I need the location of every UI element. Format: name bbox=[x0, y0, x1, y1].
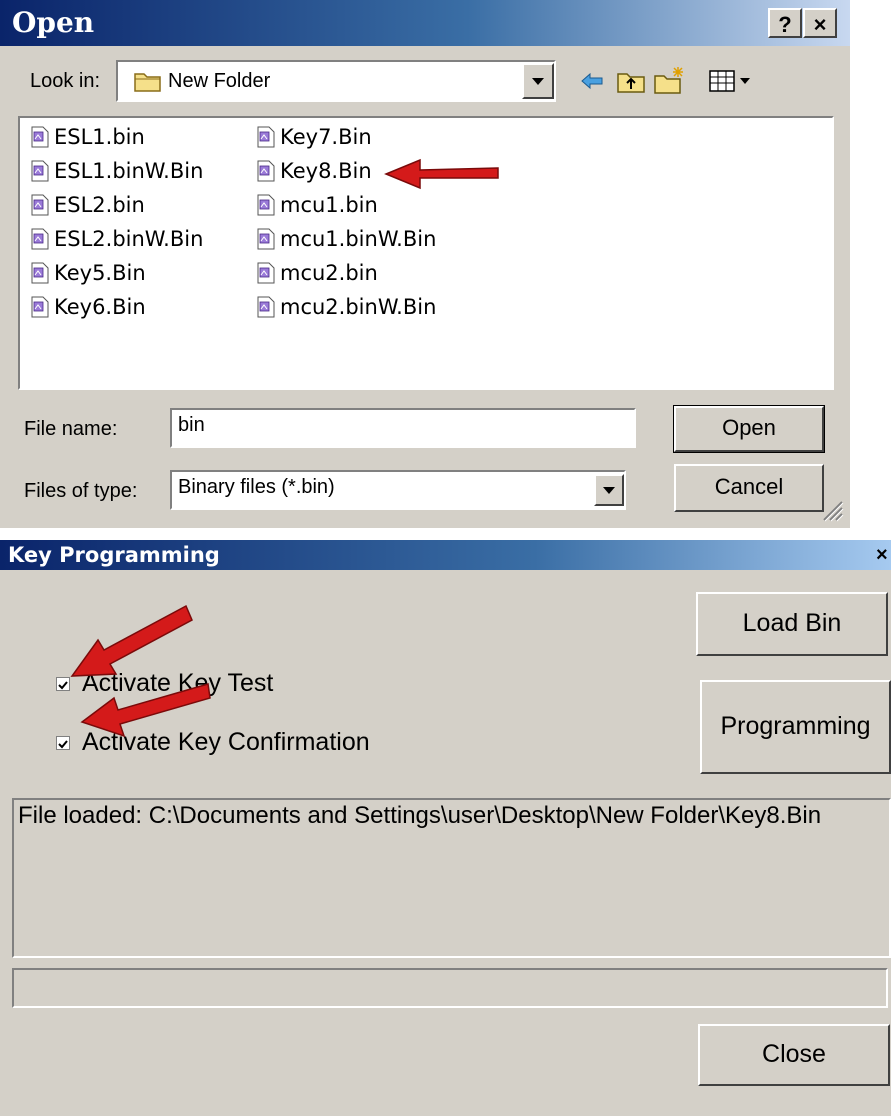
file-list-item[interactable]: ESL1.binW.Bin bbox=[30, 156, 203, 186]
file-list-item[interactable]: ESL2.binW.Bin bbox=[30, 224, 203, 254]
file-name: Key8.Bin bbox=[280, 159, 372, 183]
key-programming-titlebar[interactable]: Key Programming bbox=[0, 540, 891, 570]
file-list-item[interactable]: mcu1.bin bbox=[256, 190, 378, 220]
open-button[interactable]: Open bbox=[673, 405, 825, 453]
file-name: ESL1.binW.Bin bbox=[54, 159, 204, 183]
binary-file-icon bbox=[257, 194, 275, 216]
cancel-button[interactable]: Cancel bbox=[674, 464, 824, 512]
binary-file-icon bbox=[257, 262, 275, 284]
file-name: ESL2.binW.Bin bbox=[54, 227, 204, 251]
open-dialog-titlebar[interactable]: Open ? × bbox=[0, 0, 850, 46]
binary-file-icon bbox=[31, 262, 49, 284]
binary-file-icon bbox=[31, 126, 49, 148]
binary-file-icon bbox=[257, 228, 275, 250]
files-of-type-dropdown-button[interactable] bbox=[594, 474, 624, 506]
folder-icon bbox=[134, 73, 161, 92]
progress-bar bbox=[12, 968, 888, 1008]
view-menu-icon[interactable] bbox=[706, 64, 756, 98]
file-name-input[interactable]: bin bbox=[170, 408, 636, 448]
binary-file-icon bbox=[257, 126, 275, 148]
file-list-item[interactable]: Key8.Bin bbox=[256, 156, 372, 186]
file-name: mcu1.binW.Bin bbox=[280, 227, 437, 251]
look-in-combo[interactable]: New Folder bbox=[116, 60, 556, 102]
binary-file-icon bbox=[257, 296, 275, 318]
binary-file-icon bbox=[31, 228, 49, 250]
file-name: Key5.Bin bbox=[54, 261, 146, 285]
look-in-dropdown-button[interactable] bbox=[522, 63, 554, 99]
binary-file-icon bbox=[257, 160, 275, 182]
file-name: ESL1.bin bbox=[54, 125, 145, 149]
file-list-item[interactable]: mcu1.binW.Bin bbox=[256, 224, 436, 254]
file-list-item[interactable]: Key7.Bin bbox=[256, 122, 372, 152]
file-name: Key7.Bin bbox=[280, 125, 372, 149]
files-of-type-label: Files of type: bbox=[24, 480, 138, 502]
close-button[interactable]: × bbox=[803, 8, 837, 38]
file-name: mcu2.binW.Bin bbox=[280, 295, 437, 319]
log-text: File loaded: C:\Documents and Settings\u… bbox=[18, 802, 822, 829]
open-dialog: Open ? × Look in: New Folder ESL1.bin ESL… bbox=[0, 0, 850, 528]
programming-button[interactable]: Programming bbox=[700, 680, 891, 774]
file-list-item[interactable]: mcu2.binW.Bin bbox=[256, 292, 436, 322]
file-list-item[interactable]: Key6.Bin bbox=[30, 292, 146, 322]
file-list-item[interactable]: ESL2.bin bbox=[30, 190, 145, 220]
annotation-arrow-icon bbox=[80, 683, 211, 738]
log-output-box: File loaded: C:\Documents and Settings\u… bbox=[12, 798, 891, 958]
binary-file-icon bbox=[31, 194, 49, 216]
close-window-button[interactable]: Close bbox=[698, 1024, 890, 1086]
help-button[interactable]: ? bbox=[768, 8, 802, 38]
file-list-item[interactable]: ESL1.bin bbox=[30, 122, 145, 152]
new-folder-icon[interactable] bbox=[652, 64, 686, 98]
load-bin-button[interactable]: Load Bin bbox=[696, 592, 888, 656]
binary-file-icon bbox=[31, 296, 49, 318]
file-name: mcu2.bin bbox=[280, 261, 378, 285]
annotation-arrow-icon bbox=[384, 158, 499, 190]
key-programming-close-icon[interactable]: × bbox=[876, 544, 888, 567]
file-name: ESL2.bin bbox=[54, 193, 145, 217]
annotation-arrow-icon bbox=[70, 604, 193, 677]
file-list-item[interactable]: mcu2.bin bbox=[256, 258, 378, 288]
back-arrow-icon[interactable] bbox=[576, 64, 610, 98]
up-folder-icon[interactable] bbox=[614, 64, 648, 98]
look-in-label: Look in: bbox=[30, 70, 101, 92]
activate-key-confirmation-checkbox[interactable] bbox=[56, 736, 70, 750]
files-of-type-combo[interactable]: Binary files (*.bin) bbox=[170, 470, 626, 510]
binary-file-icon bbox=[31, 160, 49, 182]
file-name: Key6.Bin bbox=[54, 295, 146, 319]
key-programming-title: Key Programming bbox=[8, 543, 220, 567]
open-dialog-title: Open bbox=[12, 6, 95, 39]
file-name: mcu1.bin bbox=[280, 193, 378, 217]
checkmark-icon bbox=[58, 740, 68, 749]
file-list-item[interactable]: Key5.Bin bbox=[30, 258, 146, 288]
file-name-label: File name: bbox=[24, 418, 118, 440]
chevron-down-icon bbox=[603, 487, 615, 494]
chevron-down-icon bbox=[532, 78, 544, 85]
look-in-value: New Folder bbox=[168, 70, 271, 92]
resize-grip-icon[interactable] bbox=[818, 496, 844, 522]
